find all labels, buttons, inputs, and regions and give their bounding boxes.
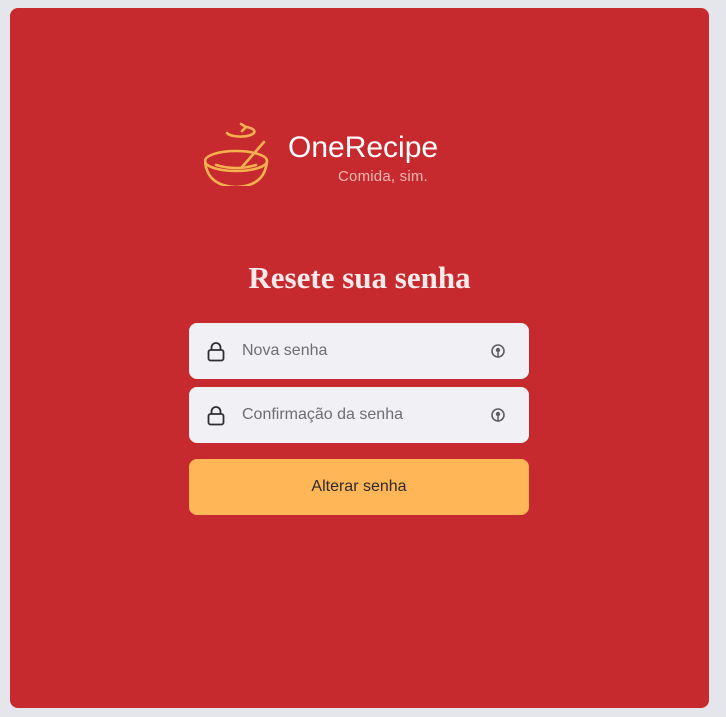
page-title: Resete sua senha bbox=[248, 260, 471, 295]
brand-logo: OneRecipe Comida, sim. bbox=[204, 120, 464, 200]
lock-icon bbox=[207, 406, 225, 426]
password-visibility-icon[interactable] bbox=[489, 342, 507, 360]
password-visibility-icon[interactable] bbox=[489, 406, 507, 424]
bowl-logo-icon bbox=[204, 122, 269, 186]
reset-password-panel: OneRecipe Comida, sim. Resete sua senha … bbox=[10, 8, 709, 708]
change-password-button[interactable]: Alterar senha bbox=[189, 459, 529, 515]
brand-name: OneRecipe bbox=[288, 131, 439, 164]
confirm-password-input[interactable] bbox=[242, 387, 472, 443]
lock-icon bbox=[207, 342, 225, 362]
confirm-password-field[interactable] bbox=[189, 387, 529, 443]
brand-tagline: Comida, sim. bbox=[338, 168, 428, 185]
new-password-field[interactable] bbox=[189, 323, 529, 379]
new-password-input[interactable] bbox=[242, 323, 472, 379]
